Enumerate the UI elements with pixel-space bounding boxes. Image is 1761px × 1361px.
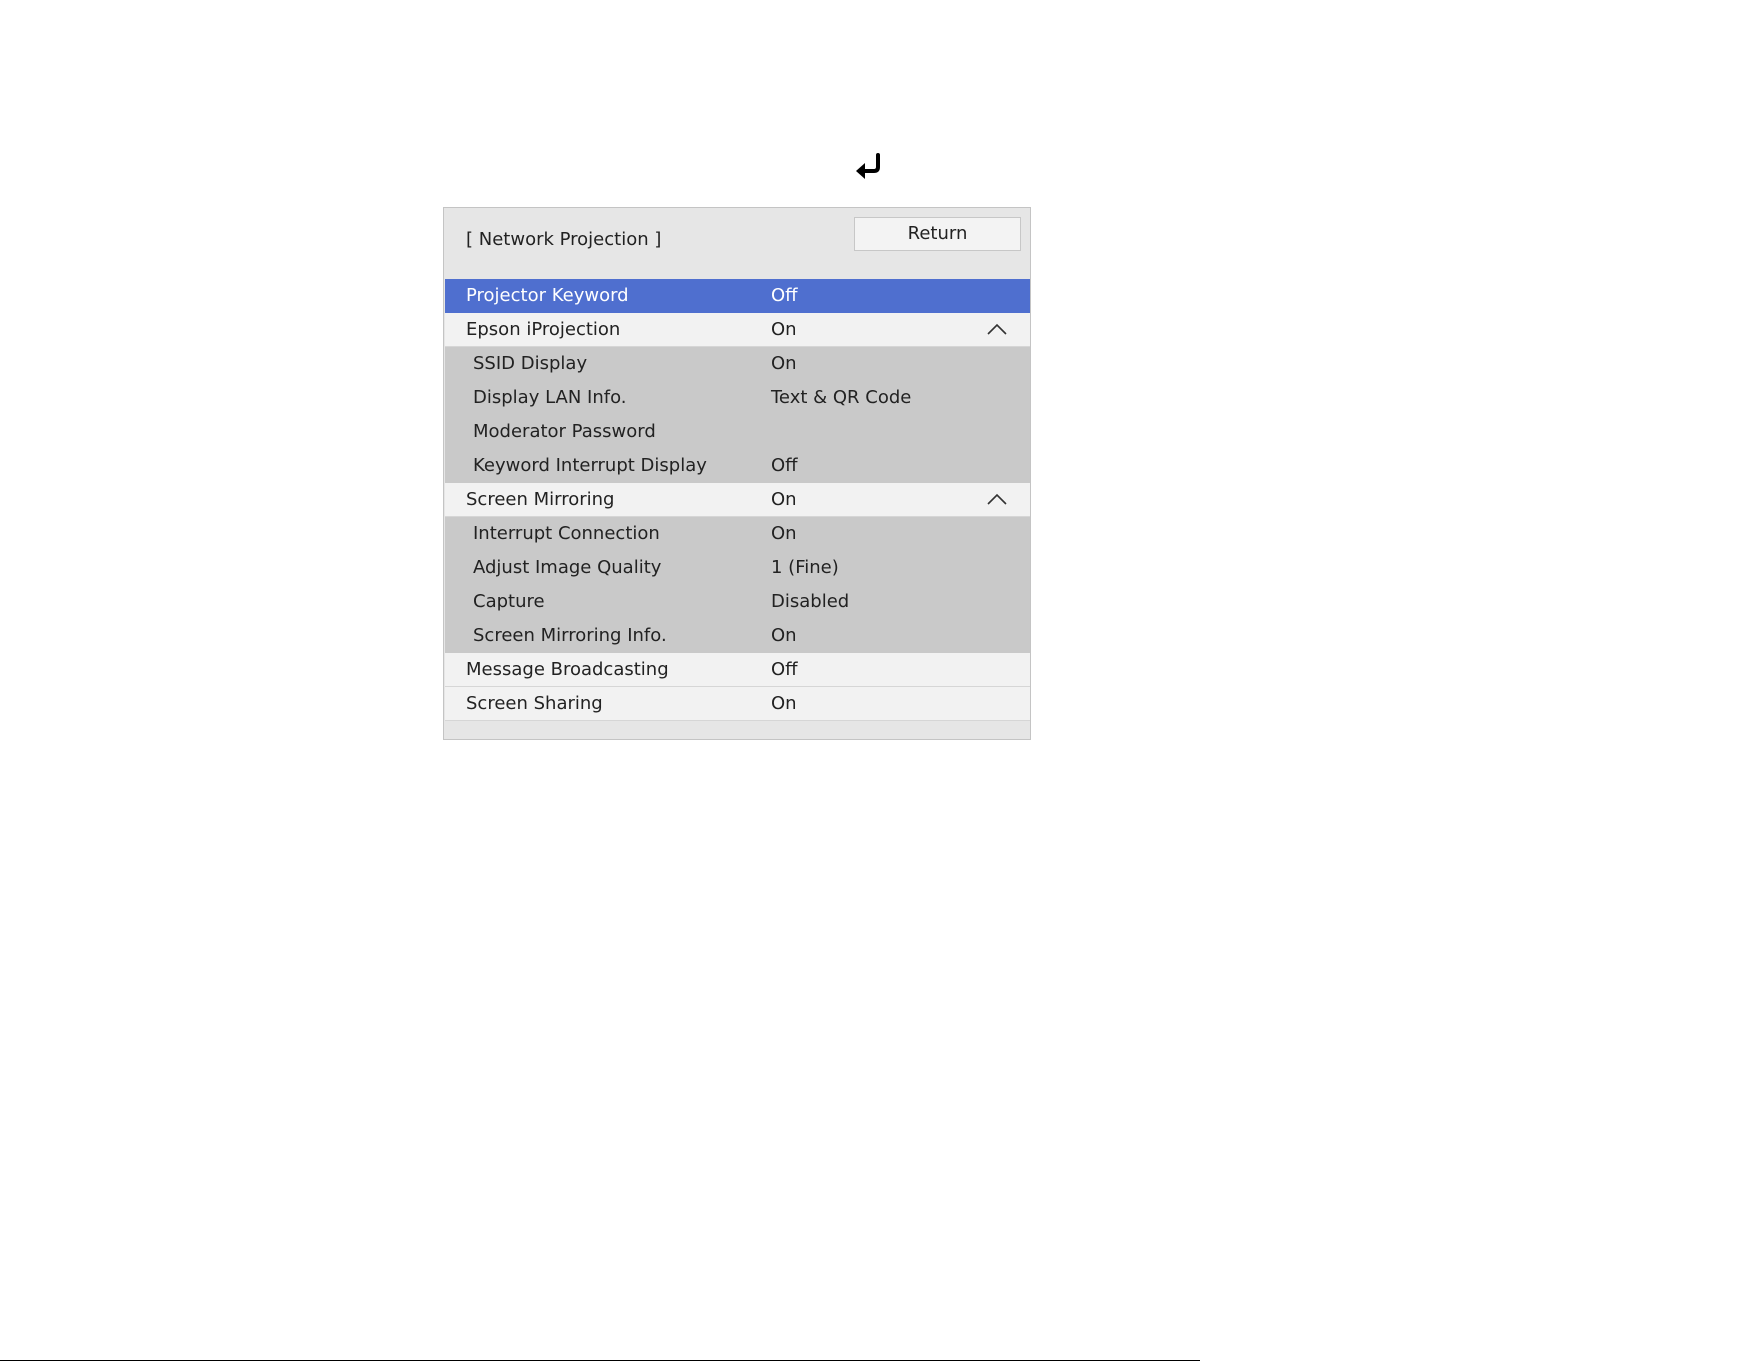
menu-item-label: Projector Keyword [466,285,629,306]
menu-item-label: Screen Sharing [466,693,603,714]
menu-item-value: Off [771,455,798,476]
enter-return-icon [856,153,880,179]
chevron-up-icon[interactable] [986,492,1008,506]
menu-item-value: On [771,319,797,340]
menu-item-label: Screen Mirroring Info. [473,625,667,646]
menu-item-value: 1 (Fine) [771,557,839,578]
menu-item-screen-mirroring-info[interactable]: Screen Mirroring Info. On [445,619,1030,653]
menu-item-label: Epson iProjection [466,319,621,340]
menu-item-value: On [771,489,797,510]
menu-item-value: Text & QR Code [771,387,912,408]
menu-title: [ Network Projection ] [466,229,662,250]
menu-item-value: On [771,523,797,544]
menu-item-value: On [771,625,797,646]
menu-item-label: Moderator Password [473,421,656,442]
menu-item-interrupt-connection[interactable]: Interrupt Connection On [445,517,1030,551]
menu-item-moderator-password[interactable]: Moderator Password [445,415,1030,449]
menu-item-ssid-display[interactable]: SSID Display On [445,347,1030,381]
menu-item-keyword-interrupt-display[interactable]: Keyword Interrupt Display Off [445,449,1030,483]
menu-item-projector-keyword[interactable]: Projector Keyword Off [445,279,1030,313]
menu-item-label: Keyword Interrupt Display [473,455,707,476]
network-projection-menu: [ Network Projection ] Return Projector … [443,207,1031,740]
menu-list: Projector Keyword Off Epson iProjection … [445,279,1030,721]
menu-item-label: Adjust Image Quality [473,557,662,578]
menu-item-value: On [771,353,797,374]
menu-item-label: Capture [473,591,545,612]
menu-item-value: Disabled [771,591,850,612]
menu-item-value: Off [771,659,798,680]
menu-item-epson-iprojection[interactable]: Epson iProjection On [445,313,1030,347]
menu-header: [ Network Projection ] Return [444,208,1030,278]
return-button[interactable]: Return [854,217,1021,251]
menu-item-label: Message Broadcasting [466,659,669,680]
menu-item-label: Screen Mirroring [466,489,615,510]
chevron-up-icon[interactable] [986,322,1008,336]
menu-item-screen-mirroring[interactable]: Screen Mirroring On [445,483,1030,517]
menu-item-screen-sharing[interactable]: Screen Sharing On [445,687,1030,721]
menu-item-display-lan-info[interactable]: Display LAN Info. Text & QR Code [445,381,1030,415]
menu-item-message-broadcasting[interactable]: Message Broadcasting Off [445,653,1030,687]
menu-item-label: SSID Display [473,353,588,374]
menu-item-capture[interactable]: Capture Disabled [445,585,1030,619]
menu-item-label: Display LAN Info. [473,387,627,408]
menu-item-value: Off [771,285,798,306]
menu-item-adjust-image-quality[interactable]: Adjust Image Quality 1 (Fine) [445,551,1030,585]
menu-item-value: On [771,693,797,714]
menu-item-label: Interrupt Connection [473,523,660,544]
